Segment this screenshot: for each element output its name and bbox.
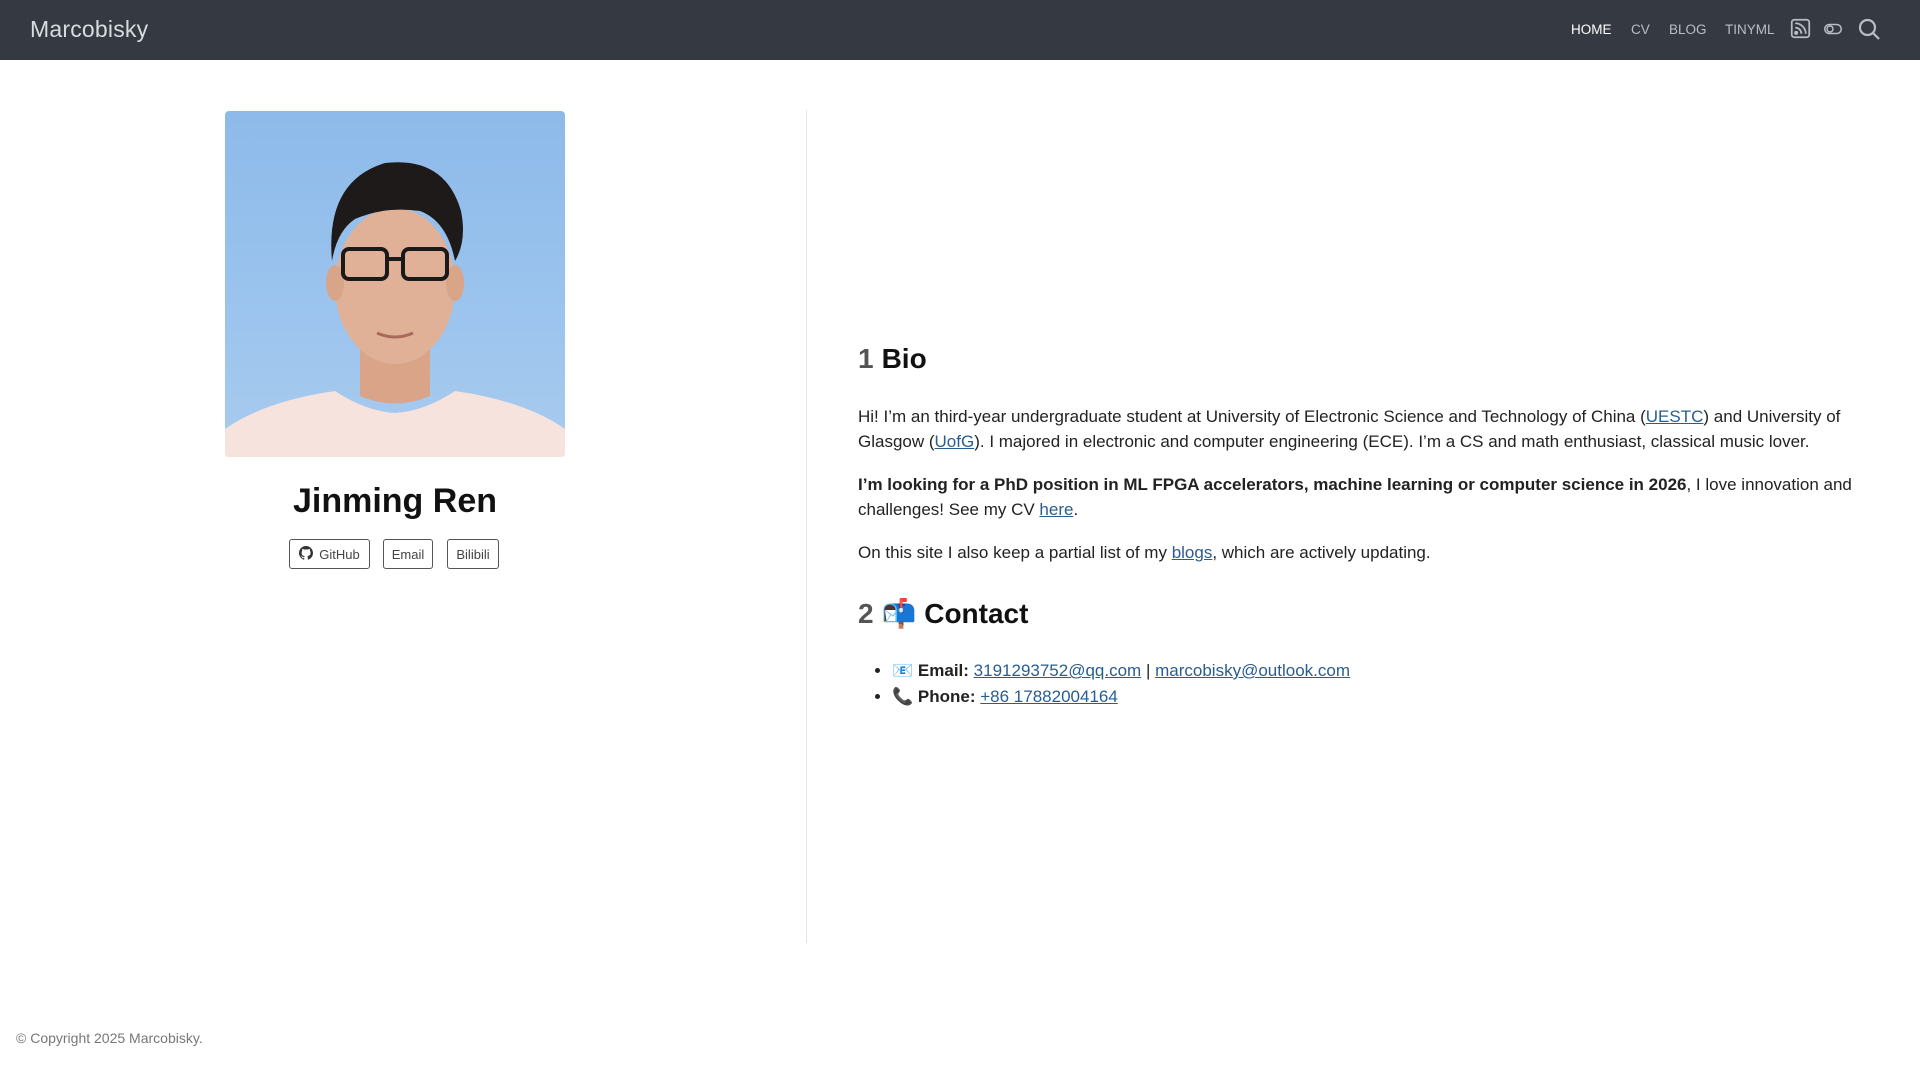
theme-toggle-icon[interactable] <box>1824 20 1842 38</box>
bio-title: Bio <box>881 343 927 374</box>
mailbox-icon: 📬 <box>881 598 917 629</box>
profile-photo <box>225 111 565 457</box>
nav-home[interactable]: HOME <box>1571 22 1612 37</box>
github-icon <box>299 545 314 563</box>
phone-label: Phone: <box>917 687 976 706</box>
uestc-link[interactable]: UESTC <box>1646 407 1704 426</box>
contact-title: Contact <box>924 598 1029 629</box>
bio-text: Hi! I’m an third-year undergraduate stud… <box>858 407 1646 426</box>
blogs-link[interactable]: blogs <box>1172 543 1213 562</box>
list-item: 📧 Email: 3191293752@qq.com | marcobisky@… <box>892 658 1350 684</box>
qq-email-link[interactable]: 3191293752@qq.com <box>974 661 1142 680</box>
github-button[interactable]: GitHub <box>289 539 370 569</box>
email-label: Email <box>391 546 425 562</box>
phone-emoji-icon: 📞 <box>892 687 914 706</box>
bio-paragraph-1: Hi! I’m an third-year undergraduate stud… <box>858 404 1858 454</box>
phd-statement: I’m looking for a PhD position in ML FPG… <box>858 475 1687 494</box>
bio-text: , which are actively updating. <box>1212 543 1431 562</box>
nav-cv[interactable]: CV <box>1631 22 1650 37</box>
top-navbar: Marcobisky HOME CV BLOG TINYML <box>0 0 1920 60</box>
contact-number: 2 <box>858 598 874 629</box>
contact-list: 📧 Email: 3191293752@qq.com | marcobisky@… <box>892 658 1350 710</box>
column-divider <box>806 110 807 943</box>
email-label: Email: <box>917 661 969 680</box>
bilibili-label: Bilibili <box>456 546 490 562</box>
uofg-link[interactable]: UofG <box>935 432 975 451</box>
nav-tinyml[interactable]: TINYML <box>1725 22 1775 37</box>
outlook-email-link[interactable]: marcobisky@outlook.com <box>1155 661 1350 680</box>
bio-paragraph-3: On this site I also keep a partial list … <box>858 540 1858 565</box>
bio-text: ). I majored in electronic and computer … <box>974 432 1810 451</box>
bio-text: On this site I also keep a partial list … <box>858 543 1172 562</box>
list-item: 📞 Phone: +86 17882004164 <box>892 684 1350 710</box>
email-emoji-icon: 📧 <box>892 661 914 680</box>
nav-blog[interactable]: BLOG <box>1669 22 1707 37</box>
email-button[interactable]: Email <box>383 539 433 569</box>
cv-link[interactable]: here <box>1039 500 1073 519</box>
bilibili-button[interactable]: Bilibili <box>447 539 499 569</box>
profile-name: Jinming Ren <box>292 482 498 520</box>
rss-icon[interactable] <box>1790 18 1811 39</box>
bio-paragraph-2: I’m looking for a PhD position in ML FPG… <box>858 472 1858 522</box>
phone-link[interactable]: +86 17882004164 <box>980 687 1118 706</box>
search-icon[interactable] <box>1857 17 1881 41</box>
footer-copyright: © Copyright 2025 Marcobisky. <box>16 1030 203 1046</box>
github-label: GitHub <box>319 546 360 562</box>
bio-heading: 1 Bio <box>858 343 927 375</box>
separator: | <box>1145 661 1151 680</box>
bio-number: 1 <box>858 343 874 374</box>
bio-text: . <box>1073 500 1079 519</box>
brand-link[interactable]: Marcobisky <box>30 16 148 43</box>
contact-heading: 2 📬 Contact <box>858 597 1028 630</box>
